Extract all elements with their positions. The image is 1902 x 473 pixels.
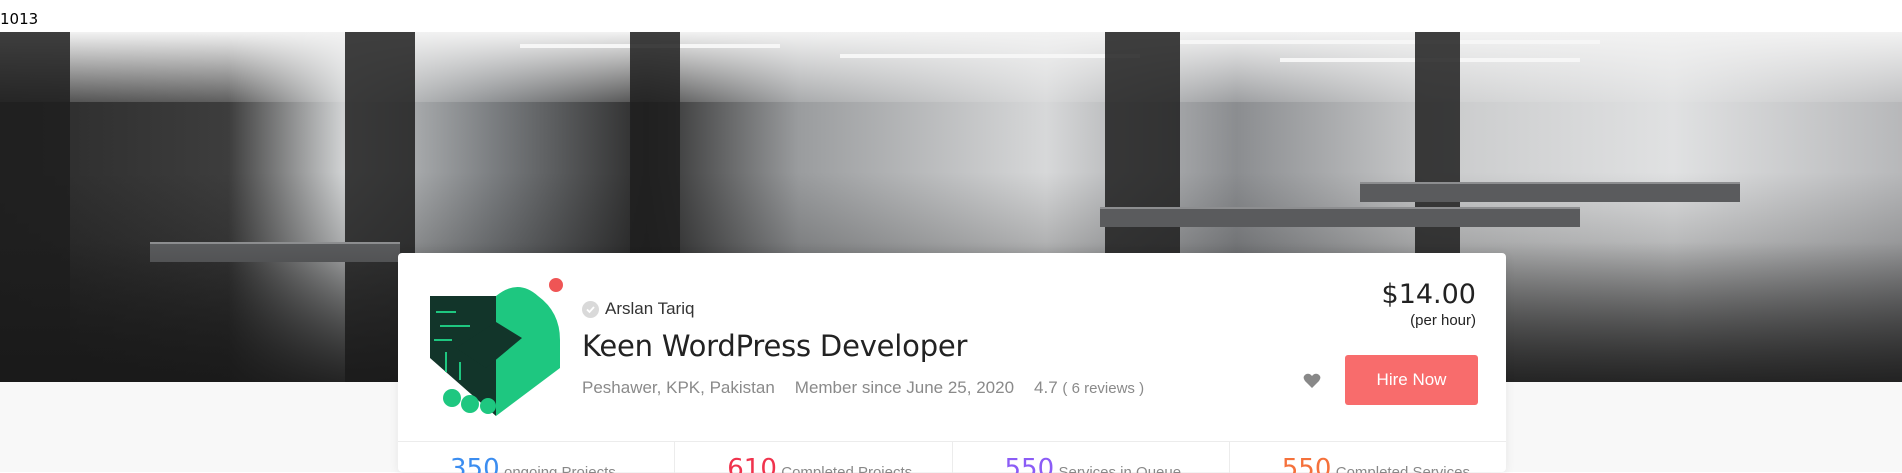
- hire-now-button[interactable]: Hire Now: [1345, 355, 1478, 405]
- favorite-button[interactable]: [1301, 370, 1323, 392]
- stat-value: 550: [1281, 454, 1332, 473]
- stat-value: 610: [727, 454, 777, 473]
- author-name[interactable]: Arslan Tariq: [605, 299, 694, 319]
- page-counter: 1013: [0, 10, 39, 28]
- price-amount: $14.00: [1381, 279, 1476, 310]
- stat-completed-projects: 610 Completed Projects: [675, 442, 953, 473]
- check-circle-icon: [582, 300, 599, 318]
- stat-ongoing-projects: 350 ongoing Projects: [398, 442, 676, 473]
- member-since-text: Member since June 25, 2020: [794, 378, 1015, 397]
- stat-value: 550: [1004, 454, 1055, 473]
- rating-value: 4.7: [1034, 378, 1058, 397]
- price-unit: (per hour): [1410, 312, 1476, 329]
- heart-icon: [1303, 373, 1321, 388]
- rating-group: 4.7 ( 6 reviews ): [1034, 378, 1144, 398]
- profile-meta: Peshawer, KPK, Pakistan Member since Jun…: [582, 378, 1144, 398]
- profile-card: Arslan Tariq Keen WordPress Developer Pe…: [398, 253, 1506, 473]
- price-block: $14.00 (per hour): [1382, 279, 1476, 329]
- reviews-count[interactable]: ( 6 reviews ): [1062, 380, 1144, 397]
- stats-bar: 350 ongoing Projects 610 Completed Proje…: [398, 441, 1506, 473]
- stat-completed-services: 550 Completed Services: [1230, 442, 1506, 473]
- author-row: Arslan Tariq: [582, 299, 694, 319]
- stat-value: 350: [450, 454, 500, 473]
- profile-logo: [430, 287, 560, 416]
- profile-title: Keen WordPress Developer: [582, 329, 968, 363]
- stat-services-in-queue: 550 Services in Queue: [953, 442, 1230, 473]
- online-status-dot: [547, 276, 565, 294]
- location-text: Peshawer, KPK, Pakistan: [582, 378, 775, 397]
